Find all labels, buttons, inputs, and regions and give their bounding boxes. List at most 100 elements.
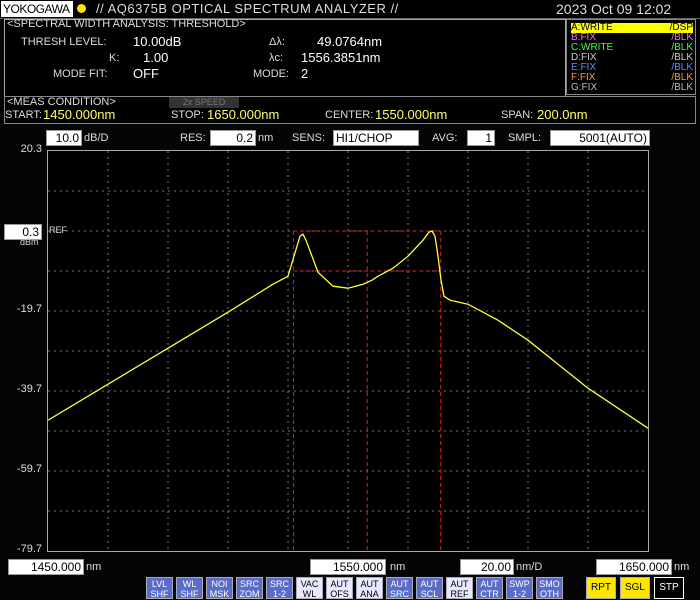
center-label: CENTER: bbox=[325, 109, 374, 121]
settings-row: 10.0 dB/D RES: 0.2 nm SENS: HI1/CHOP AVG… bbox=[0, 130, 700, 146]
softkey-line2: OTH bbox=[540, 589, 559, 599]
softkey-aut-ana[interactable]: AUT ANA bbox=[356, 577, 383, 599]
softkey-line2: 1-2 bbox=[512, 589, 526, 599]
softkey-line1: AUT bbox=[330, 579, 349, 589]
mode-label: MODE: bbox=[253, 68, 290, 80]
delta-lambda-label: Δλ: bbox=[269, 36, 285, 48]
delta-lambda-value: 49.0764nm bbox=[317, 34, 383, 49]
meas-condition-panel: <MEAS CONDITION> 2x SPEED START: 1450.00… bbox=[4, 96, 696, 124]
lambda-center-value: 1556.3851nm bbox=[301, 50, 381, 65]
start-label: START: bbox=[5, 109, 42, 121]
lambda-center-label: λc: bbox=[269, 52, 284, 64]
rpt-button[interactable]: RPT bbox=[586, 577, 616, 599]
trace-label: G:FIX bbox=[571, 82, 598, 93]
y-tick-label: -59.7 bbox=[16, 463, 42, 475]
y-tick-label: -39.7 bbox=[16, 383, 42, 395]
brand-logo: YOKOGAWA bbox=[1, 1, 73, 17]
spectrum-chart bbox=[48, 151, 648, 551]
softkey-line1: AUT bbox=[450, 579, 469, 589]
spectrum-plot[interactable] bbox=[47, 150, 649, 552]
x-center-value[interactable]: 1550.000 bbox=[310, 559, 386, 575]
softkey-line2: SCL bbox=[420, 589, 439, 599]
softkey-aut-ofs[interactable]: AUT OFS bbox=[326, 577, 353, 599]
trace-mode: /BLK bbox=[671, 82, 693, 93]
softkey-line2: SHF bbox=[150, 589, 169, 599]
start-value[interactable]: 1450.000nm bbox=[43, 107, 115, 122]
ref-level-unit: dBm bbox=[20, 237, 39, 247]
y-tick-label: 20.3 bbox=[20, 143, 42, 155]
softkey-aut-ref[interactable]: AUT REF bbox=[446, 577, 473, 599]
stop-label: STOP: bbox=[171, 109, 204, 121]
title-bar: YOKOGAWA // AQ6375B OPTICAL SPECTRUM ANA… bbox=[0, 0, 700, 19]
softkey-line2: MSK bbox=[209, 589, 230, 599]
y-axis: 20.3 -19.7 -39.7 -59.7 -79.7 bbox=[0, 140, 46, 560]
softkey-smo-oth[interactable]: SMO OTH bbox=[536, 577, 563, 599]
softkey-line2: CTR bbox=[480, 589, 499, 599]
y-tick-label: -19.7 bbox=[16, 303, 42, 315]
softkey-aut-scl[interactable]: AUT SCL bbox=[416, 577, 443, 599]
softkey-line1: VAC bbox=[300, 579, 319, 589]
softkey-line2: SRC bbox=[389, 589, 409, 599]
softkey-line2: ANA bbox=[360, 589, 379, 599]
scale-value[interactable]: 10.0 bbox=[46, 130, 82, 146]
k-value: 1.00 bbox=[143, 50, 169, 65]
span-label: SPAN: bbox=[501, 109, 534, 121]
softkey-src-1-2[interactable]: SRC 1-2 bbox=[266, 577, 293, 599]
softkey-lvl-shf[interactable]: LVL SHF bbox=[146, 577, 173, 599]
softkey-line2: OFS bbox=[330, 589, 349, 599]
brand-dot-icon bbox=[77, 4, 86, 13]
softkey-line1: LVL bbox=[151, 579, 168, 589]
res-value[interactable]: 0.2 bbox=[210, 130, 256, 146]
x-stop-value[interactable]: 1650.000 bbox=[596, 559, 672, 575]
datetime: 2023 Oct 09 12:02 bbox=[556, 1, 672, 17]
center-value[interactable]: 1550.000nm bbox=[375, 107, 447, 122]
sens-value[interactable]: HI1/CHOP bbox=[333, 130, 419, 146]
scale-unit: dB/D bbox=[84, 132, 109, 144]
instrument-title: // AQ6375B OPTICAL SPECTRUM ANALYZER // bbox=[96, 1, 399, 16]
softkey-noi-msk[interactable]: NOI MSK bbox=[206, 577, 233, 599]
k-label: K: bbox=[109, 52, 120, 64]
softkey-line1: AUT bbox=[420, 579, 439, 589]
smpl-value[interactable]: 5001(AUTO) bbox=[550, 130, 650, 146]
avg-value[interactable]: 1 bbox=[467, 130, 495, 146]
x-start-unit: nm bbox=[86, 561, 102, 573]
modefit-label: MODE FIT: bbox=[53, 68, 108, 80]
modefit-value: OFF bbox=[133, 66, 159, 81]
x-center-unit: nm bbox=[390, 561, 406, 573]
res-unit: nm bbox=[258, 132, 274, 144]
trace-list[interactable]: A:WRITE/DSP B:FIX/BLK C:WRITE/BLK D:FIX/BLK… bbox=[566, 19, 696, 95]
softkey-line1: SRC bbox=[269, 579, 289, 589]
trace-row[interactable]: G:FIX/BLK bbox=[571, 83, 693, 93]
softkey-vac-wl[interactable]: VAC WL bbox=[296, 577, 323, 599]
softkey-line2: SHF bbox=[180, 589, 199, 599]
softkey-src-zom[interactable]: SRC ZOM bbox=[236, 577, 263, 599]
softkey-line1: WL bbox=[182, 579, 197, 589]
softkey-line2: WL bbox=[302, 589, 317, 599]
analysis-heading: <SPECTRAL WIDTH ANALYSIS: THRESHOLD> bbox=[7, 18, 246, 30]
softkey-aut-ctr[interactable]: AUT CTR bbox=[476, 577, 503, 599]
y-tick-label: -79.7 bbox=[16, 543, 42, 555]
res-label: RES: bbox=[180, 132, 206, 144]
stp-button[interactable]: STP bbox=[654, 577, 684, 599]
softkey-swp-1-2[interactable]: SWP 1-2 bbox=[506, 577, 533, 599]
softkey-line1: NOI bbox=[211, 579, 228, 589]
thresh-value: 10.00dB bbox=[133, 34, 182, 49]
x-div-value[interactable]: 20.00 bbox=[460, 559, 514, 575]
softkey-line1: SRC bbox=[239, 579, 259, 589]
span-value[interactable]: 200.0nm bbox=[537, 107, 588, 122]
softkey-line2: 1-2 bbox=[272, 589, 286, 599]
softkey-line1: AUT bbox=[390, 579, 409, 589]
sens-label: SENS: bbox=[292, 132, 326, 144]
sgl-button[interactable]: SGL bbox=[620, 577, 650, 599]
softkey-line2: REF bbox=[450, 589, 469, 599]
x-div-unit: nm/D bbox=[516, 561, 543, 573]
stop-value[interactable]: 1650.000nm bbox=[207, 107, 279, 122]
softkey-line1: AUT bbox=[480, 579, 499, 589]
softkey-line1: SWP bbox=[509, 579, 530, 589]
x-start-value[interactable]: 1450.000 bbox=[8, 559, 84, 575]
softkey-line1: SMO bbox=[539, 579, 560, 589]
x-stop-unit: nm bbox=[674, 561, 690, 573]
smpl-label: SMPL: bbox=[508, 132, 542, 144]
softkey-wl-shf[interactable]: WL SHF bbox=[176, 577, 203, 599]
softkey-aut-src[interactable]: AUT SRC bbox=[386, 577, 413, 599]
